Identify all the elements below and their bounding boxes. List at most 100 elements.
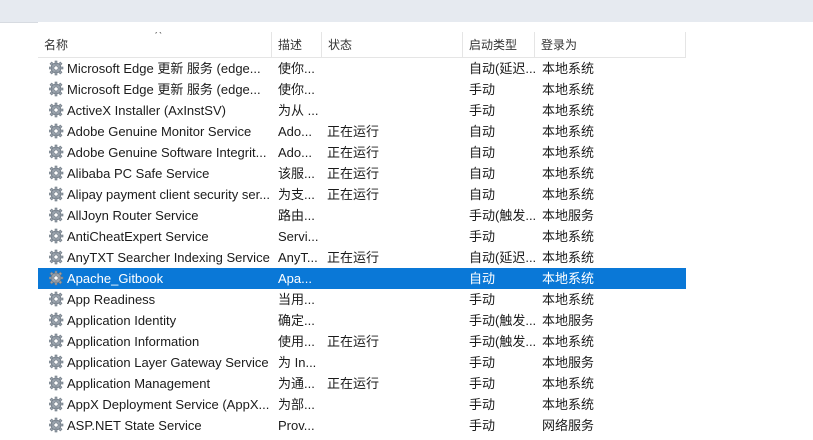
service-status xyxy=(327,310,457,331)
service-startup-type: 手动 xyxy=(469,292,496,307)
column-header-description[interactable]: 描述 xyxy=(272,32,322,57)
service-row[interactable]: AnyTXT Searcher Indexing Service AnyT...… xyxy=(38,247,686,268)
service-startup-type: 手动 xyxy=(469,418,496,433)
service-description: 确定... xyxy=(278,313,315,328)
service-startup-type: 自动 xyxy=(469,187,496,202)
column-header-status[interactable]: 状态 xyxy=(322,32,463,57)
service-row[interactable]: Application Information 使用... 正在运行 手动(触发… xyxy=(38,331,686,352)
service-status: 正在运行 xyxy=(327,250,380,265)
gear-icon xyxy=(49,249,64,265)
service-status xyxy=(327,268,457,289)
service-startup-type: 手动(触发... xyxy=(469,334,535,349)
gear-icon xyxy=(49,333,64,349)
service-row[interactable]: Application Layer Gateway Service 为 In..… xyxy=(38,352,686,373)
service-name: Application Layer Gateway Service xyxy=(67,355,269,370)
column-header-description-label: 描述 xyxy=(278,38,303,52)
service-status xyxy=(327,226,457,247)
column-header-logon-as[interactable]: 登录为 xyxy=(535,32,686,57)
gear-icon xyxy=(49,396,64,412)
service-logon-as: 本地系统 xyxy=(542,250,595,265)
service-description: Apa... xyxy=(278,271,312,286)
service-logon-as: 本地系统 xyxy=(542,229,595,244)
service-description: Servi... xyxy=(278,229,319,244)
service-name-cell: ActiveX Installer (AxInstSV) xyxy=(49,100,271,121)
service-description: 为从 ... xyxy=(278,103,319,118)
service-description: AnyT... xyxy=(278,250,318,265)
service-name: App Readiness xyxy=(67,292,156,307)
service-description: Ado... xyxy=(278,124,312,139)
service-row[interactable]: Apache_Gitbook Apa... 自动 本地系统 xyxy=(38,268,686,289)
service-name-cell: Application Identity xyxy=(49,310,271,331)
window-top-strip xyxy=(0,0,813,23)
service-status xyxy=(327,205,457,226)
column-header-startup-type-label: 启动类型 xyxy=(469,38,518,52)
service-row[interactable]: Microsoft Edge 更新 服务 (edge... 使你... 手动 本… xyxy=(38,79,686,100)
service-startup-type: 手动 xyxy=(469,376,496,391)
column-header-name[interactable]: 名称 ^ xyxy=(38,32,272,57)
service-logon-as: 本地服务 xyxy=(542,208,595,223)
service-description: 使你... xyxy=(278,61,315,76)
service-row[interactable]: ActiveX Installer (AxInstSV) 为从 ... 手动 本… xyxy=(38,100,686,121)
service-status: 正在运行 xyxy=(327,145,380,160)
service-rows: Microsoft Edge 更新 服务 (edge... 使你... 自动(延… xyxy=(38,58,686,436)
service-name-cell: AntiCheatExpert Service xyxy=(49,226,271,247)
service-row[interactable]: Adobe Genuine Software Integrit... Ado..… xyxy=(38,142,686,163)
service-name-cell: AllJoyn Router Service xyxy=(49,205,271,226)
sort-ascending-icon: ^ xyxy=(155,32,162,40)
service-name-cell: Application Layer Gateway Service xyxy=(49,352,271,373)
service-row[interactable]: AllJoyn Router Service 路由... 手动(触发... 本地… xyxy=(38,205,686,226)
service-row[interactable]: ASP.NET State Service Prov... 手动 网络服务 xyxy=(38,415,686,436)
service-logon-as: 本地系统 xyxy=(542,292,595,307)
service-name: AnyTXT Searcher Indexing Service xyxy=(67,250,270,265)
service-startup-type: 手动(触发... xyxy=(469,313,535,328)
service-logon-as: 本地系统 xyxy=(542,82,595,97)
service-row[interactable]: Alipay payment client security ser... 为支… xyxy=(38,184,686,205)
service-description: 路由... xyxy=(278,208,315,223)
service-row[interactable]: Application Management 为通... 正在运行 手动 本地系… xyxy=(38,373,686,394)
service-logon-as: 网络服务 xyxy=(542,418,595,433)
gear-icon xyxy=(49,354,64,370)
service-status xyxy=(327,352,457,373)
service-row[interactable]: Application Identity 确定... 手动(触发... 本地服务 xyxy=(38,310,686,331)
service-row[interactable]: AppX Deployment Service (AppX... 为部... 手… xyxy=(38,394,686,415)
service-row[interactable]: AntiCheatExpert Service Servi... 手动 本地系统 xyxy=(38,226,686,247)
service-startup-type: 手动 xyxy=(469,355,496,370)
service-startup-type: 手动 xyxy=(469,82,496,97)
gear-icon xyxy=(49,228,64,244)
service-status: 正在运行 xyxy=(327,187,380,202)
column-header-startup-type[interactable]: 启动类型 xyxy=(463,32,535,57)
service-name: AppX Deployment Service (AppX... xyxy=(67,397,270,412)
gear-icon xyxy=(49,165,64,181)
service-row[interactable]: Microsoft Edge 更新 服务 (edge... 使你... 自动(延… xyxy=(38,58,686,79)
service-name-cell: Adobe Genuine Software Integrit... xyxy=(49,142,271,163)
service-row[interactable]: Adobe Genuine Monitor Service Ado... 正在运… xyxy=(38,121,686,142)
gear-icon xyxy=(49,207,64,223)
service-name: AntiCheatExpert Service xyxy=(67,229,209,244)
service-startup-type: 手动 xyxy=(469,397,496,412)
service-startup-type: 手动(触发... xyxy=(469,208,535,223)
service-description: 使用... xyxy=(278,334,315,349)
service-name-cell: AnyTXT Searcher Indexing Service xyxy=(49,247,271,268)
service-name-cell: Alipay payment client security ser... xyxy=(49,184,271,205)
gear-icon xyxy=(49,186,64,202)
service-logon-as: 本地系统 xyxy=(542,271,595,286)
service-name: Apache_Gitbook xyxy=(67,271,164,286)
service-row[interactable]: App Readiness 当用... 手动 本地系统 xyxy=(38,289,686,310)
service-startup-type: 手动 xyxy=(469,103,496,118)
column-header-status-label: 状态 xyxy=(328,38,353,52)
service-status xyxy=(327,100,457,121)
service-description: 为部... xyxy=(278,397,315,412)
service-name-cell: Microsoft Edge 更新 服务 (edge... xyxy=(49,58,271,79)
service-name-cell: Application Information xyxy=(49,331,271,352)
service-name: Application Management xyxy=(67,376,211,391)
service-row[interactable]: Alibaba PC Safe Service 该服... 正在运行 自动 本地… xyxy=(38,163,686,184)
service-logon-as: 本地系统 xyxy=(542,61,595,76)
service-name-cell: Microsoft Edge 更新 服务 (edge... xyxy=(49,79,271,100)
service-logon-as: 本地服务 xyxy=(542,355,595,370)
service-status: 正在运行 xyxy=(327,166,380,181)
column-header-row: 名称 ^ 描述 状态 启动类型 登录为 xyxy=(38,32,686,58)
gear-icon xyxy=(49,417,64,433)
service-name: Application Information xyxy=(67,334,200,349)
service-description: 为 In... xyxy=(278,355,317,370)
service-startup-type: 自动(延迟... xyxy=(469,61,535,76)
